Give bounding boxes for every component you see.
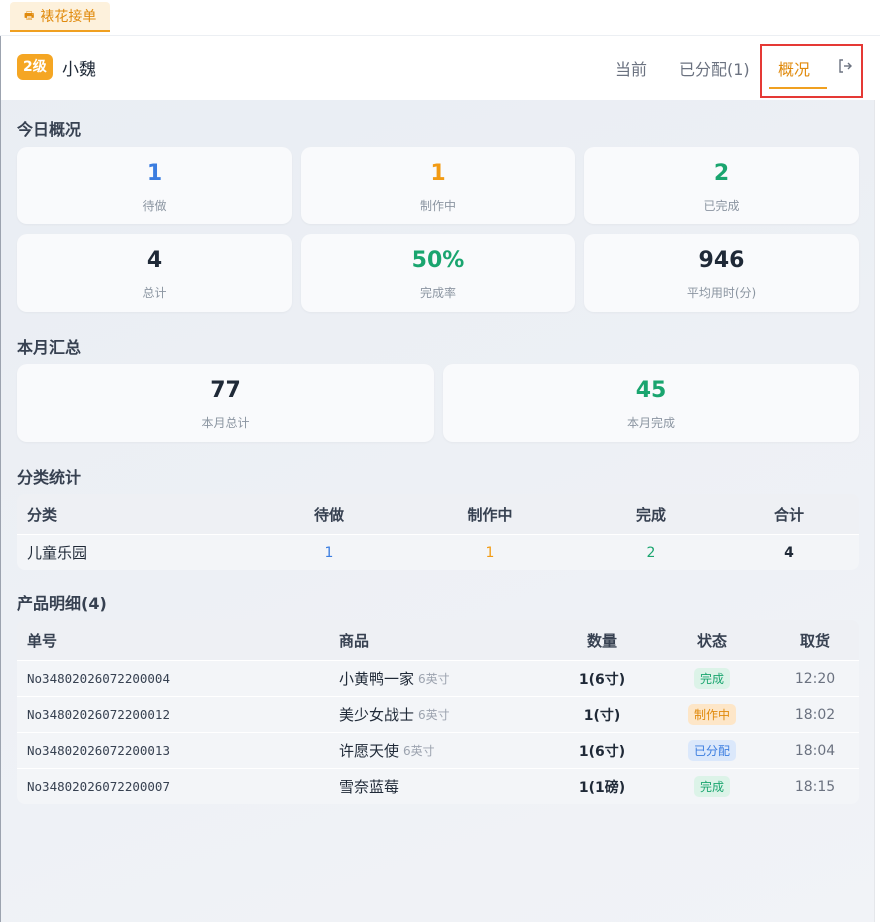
product-name: 小黄鸭一家 <box>339 670 415 688</box>
stat-value: 1 <box>146 161 163 186</box>
product-size: 6英寸 <box>418 708 450 722</box>
status-badge: 已分配 <box>687 740 736 761</box>
product-size: 6英寸 <box>418 672 450 686</box>
month-total-card: 77 本月总计 <box>17 364 434 442</box>
order-id: No34802026072200012 <box>27 707 170 722</box>
print-icon: 🖶 <box>24 8 35 22</box>
status-cell: 完成 <box>672 769 752 804</box>
pickup-time: 18:04 <box>794 742 836 759</box>
stat-value: 4 <box>146 248 163 273</box>
order-id: No34802026072200004 <box>27 671 170 686</box>
category-done: 2 <box>646 544 656 561</box>
tab-current[interactable]: 当前 <box>615 56 647 80</box>
header: 2级 小魏 当前 已分配(1) 概况 <box>1 36 875 100</box>
stat-card-done: 2 已完成 <box>584 147 859 224</box>
status-cell: 完成 <box>672 661 752 696</box>
stat-label: 总计 <box>142 286 167 300</box>
order-id: No34802026072200007 <box>27 779 170 794</box>
product-name: 美少女战士 <box>339 706 415 724</box>
category-todo: 1 <box>324 544 334 561</box>
stat-card-making: 1 制作中 <box>301 147 575 224</box>
product-name-cell: 许愿天使 6英寸 <box>339 733 435 768</box>
product-qty: 1(6寸) <box>578 743 626 760</box>
stat-value: 50% <box>411 248 465 273</box>
products-table: 单号 商品 数量 状态 取货 No34802026072200004 小黄鸭一家… <box>17 620 859 804</box>
stat-label: 本月总计 <box>201 416 250 430</box>
stat-label: 待做 <box>142 199 167 213</box>
order-id: No34802026072200013 <box>27 743 170 758</box>
tab-order-intake[interactable]: 🖶 裱花接单 <box>10 2 111 32</box>
header-status: 状态 <box>696 631 727 650</box>
header-order-id: 单号 <box>27 631 58 650</box>
status-badge: 制作中 <box>687 704 736 725</box>
header-category: 分类 <box>27 505 58 524</box>
stat-label: 平均用时(分) <box>686 286 757 300</box>
table-header: 分类 待做 制作中 完成 合计 <box>17 494 859 534</box>
stat-card-total: 4 总计 <box>17 234 292 312</box>
product-name-cell: 美少女战士 6英寸 <box>339 697 450 732</box>
table-row[interactable]: No34802026072200007 雪奈蓝莓 1(1磅) 完成 18:15 <box>17 768 859 804</box>
product-name: 雪奈蓝莓 <box>339 778 400 796</box>
main-panel: 2级 小魏 当前 已分配(1) 概况 今日概况 1 待做 1 制作中 2 已完成… <box>0 36 875 922</box>
product-name-cell: 小黄鸭一家 6英寸 <box>339 661 450 696</box>
month-title: 本月汇总 <box>17 338 82 357</box>
stat-label: 已完成 <box>703 199 740 213</box>
stat-value: 2 <box>713 161 730 186</box>
category-making: 1 <box>485 544 495 561</box>
user-name: 小魏 <box>62 60 96 80</box>
product-name: 许愿天使 <box>339 742 400 760</box>
header-done: 完成 <box>635 505 666 524</box>
status-cell: 制作中 <box>672 697 752 732</box>
tab-assigned[interactable]: 已分配(1) <box>679 56 750 80</box>
status-badge: 完成 <box>693 668 730 689</box>
status-cell: 已分配 <box>672 733 752 768</box>
product-name-cell: 雪奈蓝莓 <box>339 769 399 804</box>
table-header: 单号 商品 数量 状态 取货 <box>17 620 859 660</box>
product-qty: 1(6寸) <box>578 671 626 688</box>
stat-label: 制作中 <box>419 199 456 213</box>
products-title: 产品明细(4) <box>17 594 107 613</box>
header-making: 制作中 <box>467 505 513 524</box>
product-size: 6英寸 <box>403 744 435 758</box>
pickup-time: 12:20 <box>794 670 836 687</box>
status-badge: 完成 <box>693 776 730 797</box>
stat-card-avg-time: 946 平均用时(分) <box>584 234 859 312</box>
stat-value: 946 <box>698 248 745 273</box>
stat-value: 45 <box>635 378 667 403</box>
category-table: 分类 待做 制作中 完成 合计 儿童乐园 1 1 2 4 <box>17 494 859 570</box>
table-row: 儿童乐园 1 1 2 4 <box>17 534 859 570</box>
stat-card-todo: 1 待做 <box>17 147 292 224</box>
pickup-time: 18:02 <box>794 706 836 723</box>
header-sum: 合计 <box>773 505 804 524</box>
header-pickup: 取货 <box>799 631 830 650</box>
stat-card-rate: 50% 完成率 <box>301 234 575 312</box>
tab-label: 裱花接单 <box>40 9 97 25</box>
stat-label: 完成率 <box>419 286 456 300</box>
pickup-time: 18:15 <box>794 778 836 795</box>
product-qty: 1(寸) <box>583 707 621 724</box>
stat-value: 1 <box>430 161 446 186</box>
today-title: 今日概况 <box>17 120 82 139</box>
level-badge: 2级 <box>17 54 53 80</box>
table-row[interactable]: No34802026072200004 小黄鸭一家 6英寸 1(6寸) 完成 1… <box>17 660 859 696</box>
stat-label: 本月完成 <box>626 416 675 430</box>
category-title: 分类统计 <box>17 468 82 487</box>
stat-value: 77 <box>210 378 241 403</box>
category-name: 儿童乐园 <box>27 544 88 562</box>
category-sum: 4 <box>784 544 794 561</box>
tab-bar: 🖶 裱花接单 <box>0 0 880 36</box>
header-todo: 待做 <box>313 505 344 524</box>
product-qty: 1(1磅) <box>578 779 626 796</box>
header-qty: 数量 <box>586 631 617 650</box>
table-row[interactable]: No34802026072200012 美少女战士 6英寸 1(寸) 制作中 1… <box>17 696 859 732</box>
table-row[interactable]: No34802026072200013 许愿天使 6英寸 1(6寸) 已分配 1… <box>17 732 859 768</box>
month-done-card: 45 本月完成 <box>443 364 859 442</box>
header-product: 商品 <box>339 631 370 650</box>
logout-icon[interactable] <box>837 58 853 78</box>
